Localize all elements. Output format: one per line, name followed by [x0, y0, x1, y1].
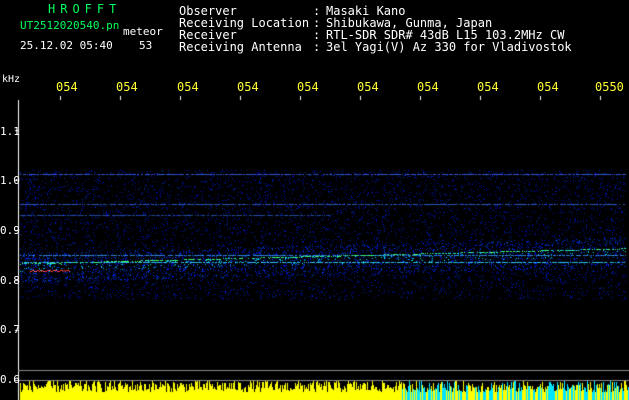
info-label-antenna: Receiving Antenna — [179, 40, 302, 54]
spectrogram-window: HROFFT UT2512020540.pn meteor 25.12.02 0… — [0, 0, 629, 400]
file-name: UT2512020540.pn — [20, 19, 120, 32]
time-tick-label: 054 — [477, 80, 499, 94]
time-tick-label: 054 — [537, 80, 559, 94]
frequency-tick-label: 1.1 — [0, 125, 20, 138]
spectrogram-canvas — [0, 0, 629, 400]
info-value-antenna: 3el Yagi(V) Az 330 for Vladivostok — [326, 40, 572, 54]
time-tick-label: 054 — [297, 80, 319, 94]
frequency-tick-label: 1.0 — [0, 174, 20, 187]
detection-tag: meteor — [123, 25, 163, 38]
app-title: HROFFT — [48, 2, 122, 16]
frequency-tick-label: 0.8 — [0, 274, 20, 287]
time-tick-label: 054 — [56, 80, 78, 94]
time-tick-label: 0550 — [595, 80, 624, 94]
time-tick-label: 054 — [177, 80, 199, 94]
time-tick-label: 054 — [417, 80, 439, 94]
capture-datetime: 25.12.02 05:40 — [20, 39, 113, 52]
frequency-tick-label: 0.7 — [0, 323, 20, 336]
frequency-unit-label: kHz — [2, 74, 21, 85]
frequency-tick-label: 0.6 — [0, 373, 20, 386]
meteor-count: 53 — [139, 39, 153, 52]
time-tick-label: 054 — [237, 80, 259, 94]
info-colon: : — [313, 40, 321, 54]
frequency-tick-label: 0.9 — [0, 224, 20, 237]
time-tick-label: 054 — [116, 80, 138, 94]
time-tick-label: 054 — [357, 80, 379, 94]
